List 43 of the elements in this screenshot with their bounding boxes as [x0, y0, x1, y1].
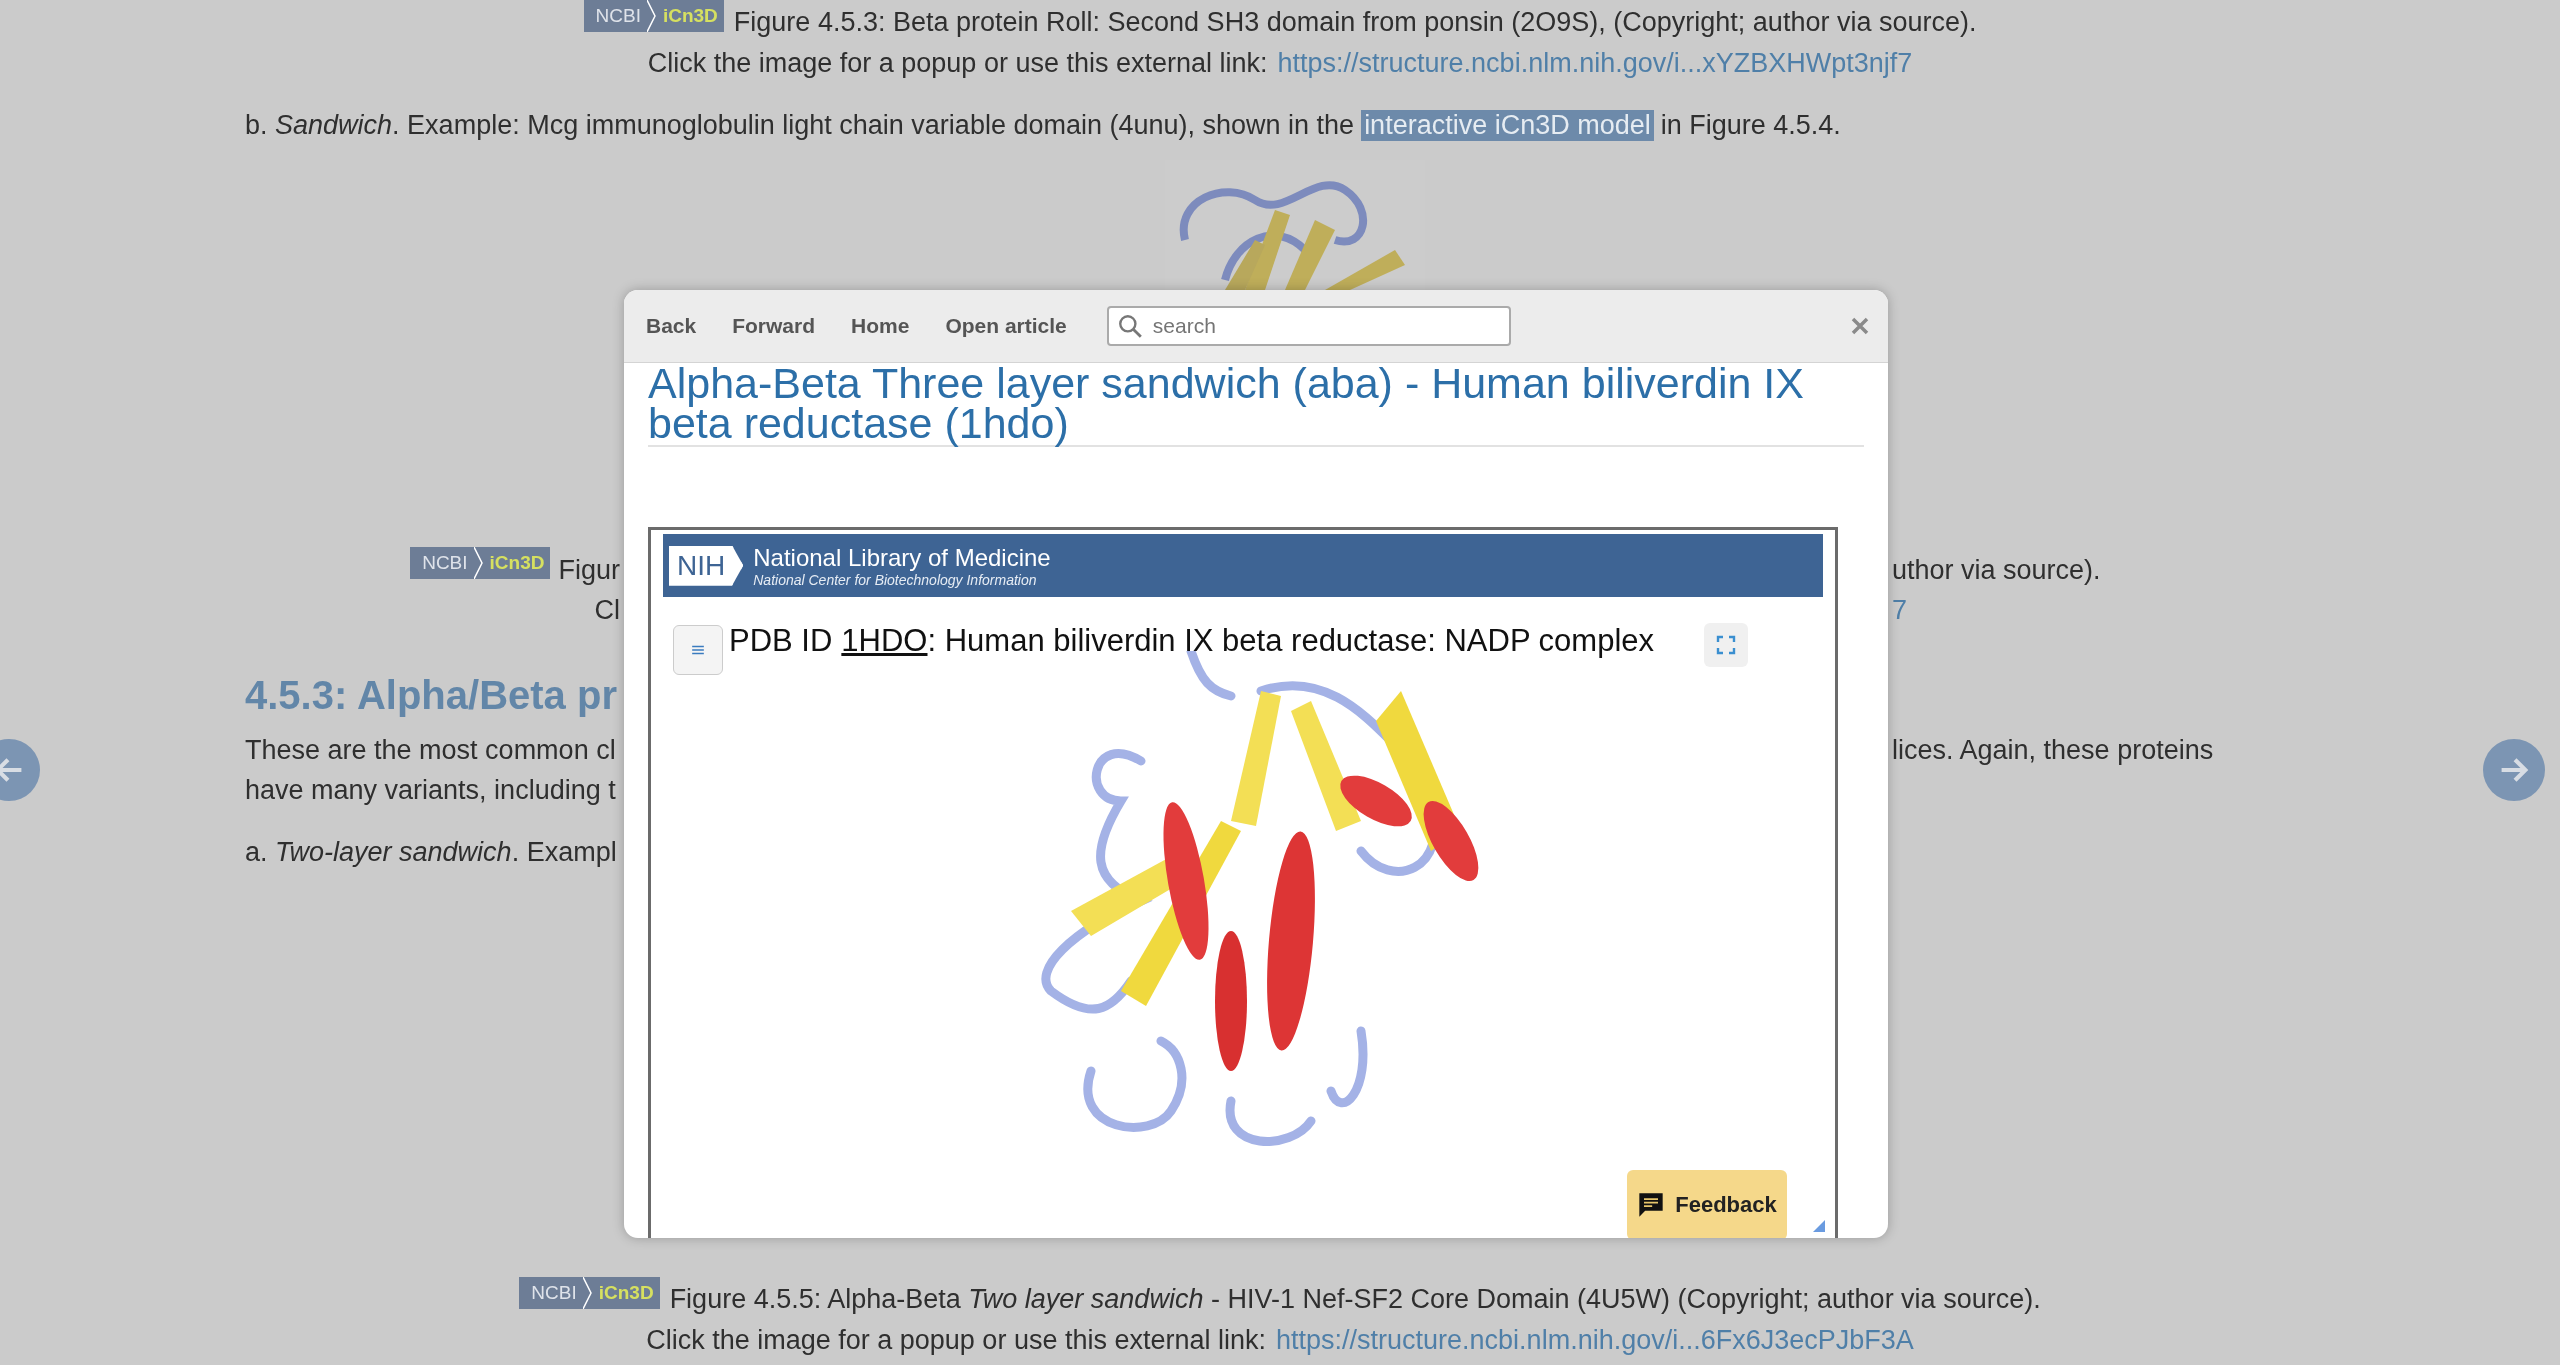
external-link[interactable]: 7: [1892, 594, 1908, 625]
resize-handle-icon[interactable]: [1813, 1220, 1825, 1232]
banner-title: National Library of Medicine: [753, 543, 1051, 572]
paragraph-text: have many variants, including t: [245, 774, 616, 806]
paragraph-text: b. Sandwich. Example: Mcg immunoglobulin light chain variable domain (4unu), shown in the: [245, 109, 1355, 141]
menu-icon: [691, 644, 705, 656]
pdb-id-link[interactable]: 1HDO: [841, 623, 928, 659]
structure-heading: : Human biliverdin IX beta reductase: NADP complex: [927, 623, 1655, 659]
toolbar-button[interactable]: Home: [843, 308, 918, 344]
banner-subtitle: National Center for Biotechnology Information: [753, 571, 1038, 588]
list-item-text: a. Two-layer sandwich. Exampl: [245, 836, 617, 868]
toolbar-button[interactable]: Forward: [724, 308, 824, 344]
ncbi-icn3d-logo[interactable]: NCBI iCn3D: [583, 0, 724, 32]
paragraph-text: These are the most common cl: [245, 734, 616, 766]
toolbar-button[interactable]: Open article: [937, 308, 1075, 344]
nih-logo: NIH: [669, 545, 744, 586]
link-prompt: Click the image for a popup or use this external link:: [647, 48, 1268, 79]
search-icon: [1116, 313, 1143, 339]
search-field[interactable]: search: [1106, 306, 1511, 346]
external-link[interactable]: https://structure.ncbi.nlm.nih.gov/i...6Fx6J3ecPJbF3A: [1276, 1325, 1914, 1356]
feedback-button[interactable]: Feedback: [1627, 1170, 1787, 1238]
article-title: Alpha-Beta Three layer sandwich (aba) - Human biliverdin IX beta reductase (1hdo): [648, 363, 1864, 447]
link-prompt: Click the image for a popup or use this external link:: [646, 1325, 1266, 1356]
fullscreen-icon: [1716, 635, 1737, 655]
section-heading: 4.5.3: Alpha/Beta pr: [245, 672, 617, 718]
toolbar-button[interactable]: Back: [638, 308, 705, 344]
external-link[interactable]: https://structure.ncbi.nlm.nih.gov/i...xYZBXHWpt3njf7: [1277, 48, 1913, 79]
ncbi-icn3d-logo[interactable]: NCBI iCn3D: [519, 1276, 660, 1309]
paragraph-text: in Figure 4.5.4.: [1660, 109, 1841, 141]
ncbi-icn3d-logo[interactable]: NCBI iCn3D: [410, 547, 551, 579]
chat-icon: [1637, 1191, 1666, 1219]
fullscreen-button[interactable]: [1704, 623, 1749, 667]
figure-caption: Figur: [558, 554, 620, 586]
figure-caption: Figure 4.5.3: Beta protein Roll: Second SH3 domain from ponsin (2O9S), (Copyright; author via source).: [733, 7, 1977, 38]
link-prompt: Cl: [594, 594, 620, 626]
interactive-model-link[interactable]: interactive iCn3D model: [1361, 109, 1654, 141]
paragraph-text: lices. Again, these proteins: [1892, 734, 2214, 765]
menu-button[interactable]: [673, 625, 723, 675]
arrow-right-icon[interactable]: [2483, 739, 2545, 801]
structure-heading: PDB ID: [729, 623, 833, 659]
figure-caption: uthor via source).: [1892, 554, 2101, 585]
figure-caption: Figure 4.5.5: Alpha-Beta Two layer sandwich - HIV-1 Nef-SF2 Core Domain (4U5W) (Copyright; author via source).: [669, 1284, 2041, 1315]
close-icon[interactable]: [1850, 316, 1870, 336]
